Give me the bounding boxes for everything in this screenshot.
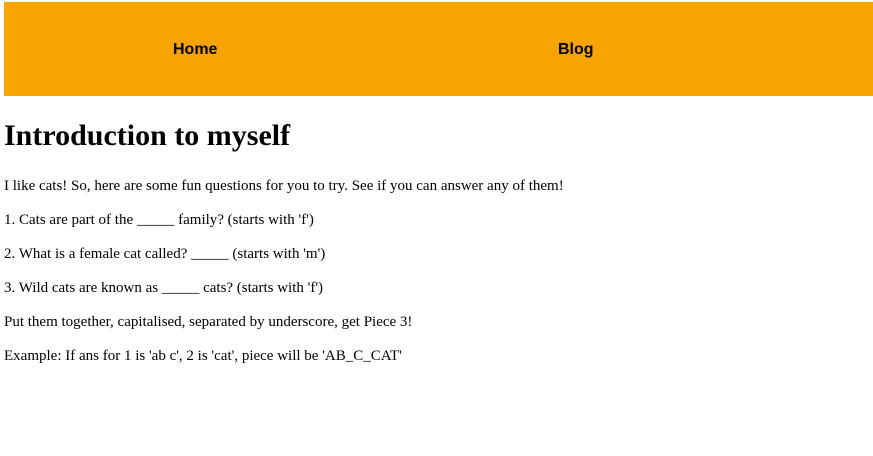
nav-link-blog[interactable]: Blog [558, 40, 594, 60]
top-navigation-bar: Home Blog [4, 2, 873, 96]
nav-link-home[interactable]: Home [173, 40, 217, 60]
question-3: 3. Wild cats are known as _____ cats? (s… [4, 280, 324, 296]
intro-paragraph: I like cats! So, here are some fun quest… [4, 178, 564, 194]
instruction-paragraph: Put them together, capitalised, separate… [4, 314, 413, 330]
example-paragraph: Example: If ans for 1 is 'ab c', 2 is 'c… [4, 348, 402, 364]
question-2: 2. What is a female cat called? _____ (s… [4, 246, 326, 262]
main-content: Introduction to myself I like cats! So, … [4, 116, 864, 364]
page-title: Introduction to myself [4, 119, 291, 152]
question-1: 1. Cats are part of the _____ family? (s… [4, 212, 314, 228]
